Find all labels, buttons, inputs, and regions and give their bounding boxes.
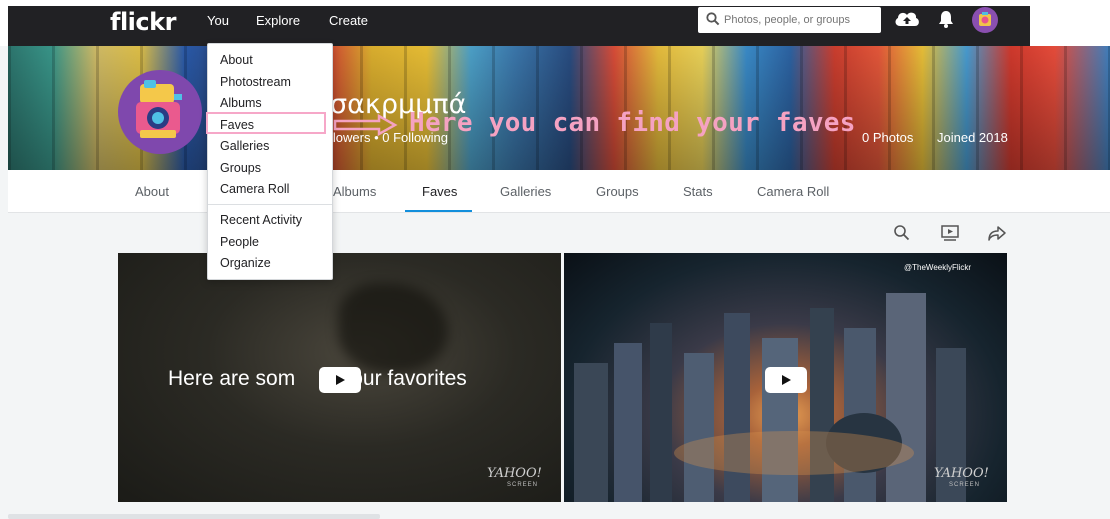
yahoo-logo: YAHOO! bbox=[487, 466, 542, 481]
search-box[interactable] bbox=[698, 7, 881, 33]
you-dropdown-menu: About Photostream Albums Faves Galleries… bbox=[207, 43, 333, 280]
annotation-arrow-icon bbox=[333, 113, 399, 142]
share-icon[interactable] bbox=[987, 224, 1007, 247]
menu-item-camera-roll[interactable]: Camera Roll bbox=[220, 182, 289, 196]
play-button[interactable] bbox=[765, 367, 807, 393]
menu-item-galleries[interactable]: Galleries bbox=[220, 139, 269, 153]
menu-item-albums[interactable]: Albums bbox=[220, 96, 262, 110]
slideshow-icon[interactable] bbox=[940, 224, 960, 247]
search-input[interactable] bbox=[724, 10, 874, 30]
faves-highlight-box bbox=[206, 112, 326, 134]
faves-photo-1[interactable]: Here are som our favorites YAHOO! SCREEN bbox=[118, 253, 561, 502]
joined-date: Joined 2018 bbox=[937, 130, 1008, 145]
menu-item-people[interactable]: People bbox=[220, 235, 259, 249]
twitter-credit: @TheWeeklyFlickr bbox=[904, 263, 972, 272]
menu-item-groups[interactable]: Groups bbox=[220, 161, 261, 175]
play-button[interactable] bbox=[319, 367, 361, 393]
tab-camera-roll[interactable]: Camera Roll bbox=[757, 184, 829, 199]
profile-avatar[interactable] bbox=[118, 70, 202, 154]
yahoo-screen-label: SCREEN bbox=[949, 482, 981, 488]
menu-item-organize[interactable]: Organize bbox=[220, 256, 271, 270]
menu-divider bbox=[208, 204, 332, 205]
annotation-text: Here you can find your faves bbox=[409, 108, 856, 138]
menu-item-recent-activity[interactable]: Recent Activity bbox=[220, 213, 302, 227]
tab-albums[interactable]: Albums bbox=[333, 184, 376, 199]
faves-photo-2[interactable]: @TheWeeklyFlickr YAHOO! SCREEN bbox=[564, 253, 1007, 502]
photo-1-title: Here are som our favorites bbox=[168, 367, 467, 390]
tab-groups[interactable]: Groups bbox=[596, 184, 639, 199]
tab-faves[interactable]: Faves bbox=[422, 184, 457, 199]
horizontal-scrollbar[interactable] bbox=[8, 514, 380, 519]
menu-item-photostream[interactable]: Photostream bbox=[220, 75, 291, 89]
profile-tabs: About Albums Faves Galleries Groups Stat… bbox=[8, 170, 1110, 213]
photos-count: 0 Photos bbox=[862, 130, 914, 145]
account-avatar[interactable] bbox=[972, 7, 998, 33]
menu-item-about[interactable]: About bbox=[220, 53, 253, 67]
nav-explore[interactable]: Explore bbox=[256, 13, 300, 28]
yahoo-screen-label: SCREEN bbox=[507, 482, 539, 488]
tab-about[interactable]: About bbox=[135, 184, 169, 199]
yahoo-logo: YAHOO! bbox=[934, 466, 989, 481]
nav-you[interactable]: You bbox=[207, 13, 229, 28]
active-tab-indicator bbox=[405, 210, 472, 212]
flickr-logo[interactable]: flickr bbox=[110, 8, 176, 36]
search-icon[interactable] bbox=[893, 224, 911, 247]
tab-stats[interactable]: Stats bbox=[683, 184, 713, 199]
top-bar: flickr You Explore Create bbox=[0, 0, 1110, 46]
nav-create[interactable]: Create bbox=[329, 13, 368, 28]
search-icon bbox=[706, 12, 720, 31]
notifications-bell-icon[interactable] bbox=[938, 9, 954, 34]
tab-galleries[interactable]: Galleries bbox=[500, 184, 551, 199]
upload-cloud-icon[interactable] bbox=[893, 8, 921, 33]
